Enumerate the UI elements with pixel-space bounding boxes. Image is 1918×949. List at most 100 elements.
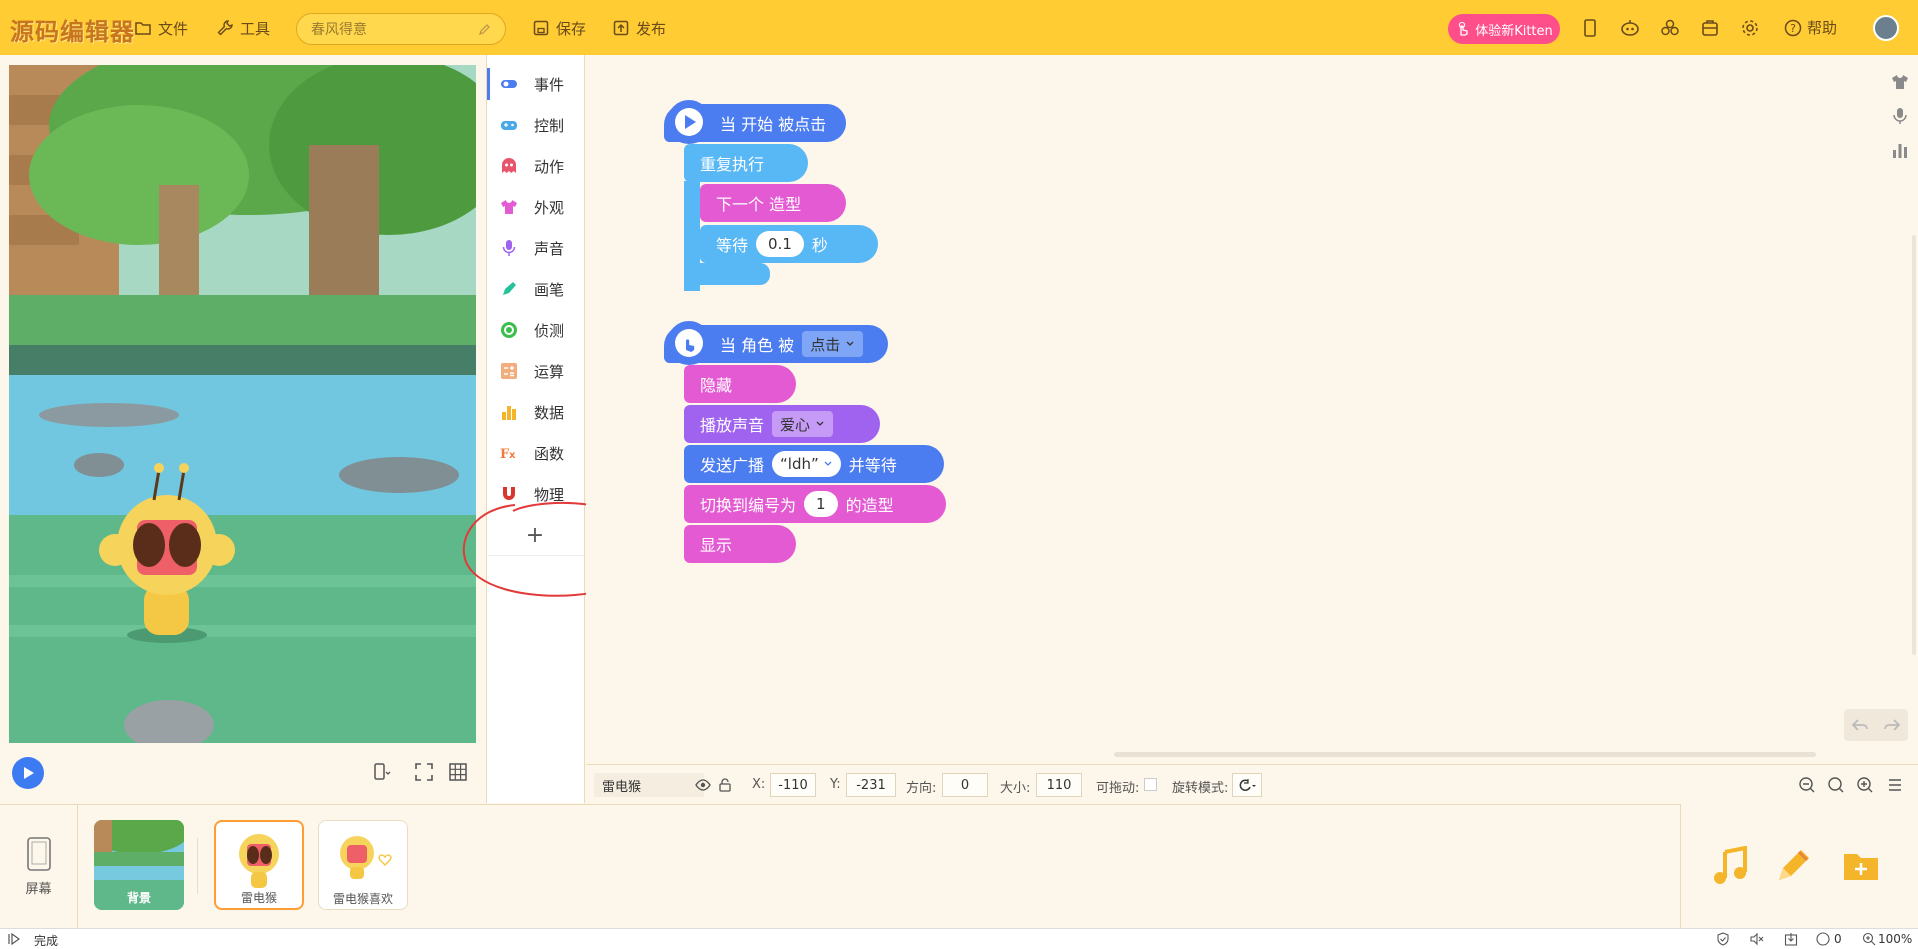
chevron-down-icon bbox=[824, 461, 832, 466]
gamepad-icon bbox=[501, 121, 517, 130]
hat-icon-wrap bbox=[667, 321, 711, 365]
try-kitten-button[interactable]: 体验新Kitten bbox=[1448, 14, 1560, 44]
music-note-icon[interactable] bbox=[1711, 846, 1751, 886]
help-label: 帮助 bbox=[1807, 19, 1838, 37]
category-label: 数据 bbox=[534, 404, 565, 422]
broadcast-dropdown[interactable]: “ldh” bbox=[772, 451, 841, 477]
sprite-name-field[interactable]: 雷电猴 bbox=[594, 773, 704, 797]
help-button[interactable]: ? 帮助 bbox=[1784, 17, 1837, 38]
device-orientation-icon[interactable] bbox=[368, 760, 392, 784]
category-data[interactable]: 数据 bbox=[487, 392, 585, 432]
size-input[interactable]: 110 bbox=[1036, 773, 1082, 797]
sound-mic-icon[interactable] bbox=[1890, 106, 1910, 126]
pencil-draw-icon[interactable] bbox=[1773, 846, 1813, 886]
wait-seconds-block[interactable]: 等待 0.1 秒 bbox=[700, 225, 878, 263]
target-icon bbox=[501, 322, 517, 338]
code-workspace[interactable]: 当 开始 被点击 重复执行 下一个 造型 等待 0.1 秒 当 角色 被 点击 bbox=[586, 55, 1918, 803]
x-input[interactable]: -110 bbox=[770, 773, 816, 797]
menu-icon[interactable] bbox=[1886, 776, 1904, 794]
when-sprite-clicked-block[interactable]: 当 角色 被 点击 bbox=[664, 321, 888, 365]
sprite-name-value: 雷电猴 bbox=[602, 779, 642, 795]
play-sound-block[interactable]: 播放声音 爱心 bbox=[684, 405, 880, 443]
horizontal-scrollbar[interactable] bbox=[1114, 752, 1816, 757]
add-folder-icon[interactable] bbox=[1841, 846, 1881, 886]
category-sensing[interactable]: 侦测 bbox=[487, 310, 585, 350]
hand-icon bbox=[1459, 21, 1468, 36]
download-icon[interactable] bbox=[1784, 932, 1798, 946]
rotate-icon bbox=[1239, 779, 1256, 791]
zoom-in-icon[interactable] bbox=[1856, 776, 1874, 794]
category-label: 动作 bbox=[534, 158, 565, 176]
hide-block[interactable]: 隐藏 bbox=[684, 365, 796, 403]
costume-shirt-icon[interactable] bbox=[1890, 72, 1910, 92]
file-menu[interactable]: 文件 bbox=[134, 17, 188, 39]
rotation-mode-label: 旋转模式: bbox=[1172, 781, 1229, 796]
visibility-eye-icon[interactable] bbox=[695, 777, 711, 793]
bot-icon[interactable] bbox=[1620, 18, 1640, 38]
repeat-forever-block[interactable]: 重复执行 bbox=[684, 144, 808, 182]
lock-icon[interactable] bbox=[717, 777, 733, 793]
switch-costume-block[interactable]: 切换到编号为 1 的造型 bbox=[684, 485, 946, 523]
y-input[interactable]: -231 bbox=[846, 773, 896, 797]
tools-menu[interactable]: 工具 bbox=[216, 17, 270, 39]
data-chart-icon[interactable] bbox=[1890, 140, 1910, 160]
try-kitten-label: 体验新Kitten bbox=[1475, 23, 1553, 39]
status-zoom-icon[interactable] bbox=[1862, 932, 1876, 946]
sprite-card-thunder-monkey[interactable]: 雷电猴 bbox=[214, 820, 304, 910]
save-label: 保存 bbox=[556, 19, 587, 38]
toggle-icon bbox=[501, 80, 517, 88]
vertical-scrollbar[interactable] bbox=[1912, 235, 1916, 655]
community-icon[interactable] bbox=[1660, 18, 1680, 38]
run-button[interactable] bbox=[12, 757, 44, 789]
save-button[interactable]: 保存 bbox=[532, 17, 586, 39]
broadcast-and-wait-block[interactable]: 发送广播 “ldh” 并等待 bbox=[684, 445, 944, 483]
category-pen[interactable]: 画笔 bbox=[487, 269, 585, 309]
next-costume-block[interactable]: 下一个 造型 bbox=[700, 184, 846, 222]
screen-tab[interactable]: 屏幕 bbox=[0, 804, 78, 928]
publish-button[interactable]: 发布 bbox=[612, 17, 666, 39]
direction-input[interactable]: 0 bbox=[942, 773, 988, 797]
draggable-checkbox[interactable] bbox=[1144, 778, 1157, 791]
category-sound[interactable]: 声音 bbox=[487, 228, 585, 268]
grid-icon[interactable] bbox=[446, 760, 470, 784]
background-card[interactable]: 背景 bbox=[94, 820, 184, 910]
settings-gear-icon[interactable] bbox=[1740, 18, 1760, 38]
function-icon: Fx bbox=[500, 447, 516, 462]
stage-canvas[interactable] bbox=[9, 65, 476, 743]
calculator-icon bbox=[501, 363, 517, 379]
category-label: 运算 bbox=[534, 363, 565, 381]
screen-label: 屏幕 bbox=[25, 881, 52, 897]
rotation-mode-dropdown[interactable] bbox=[1232, 773, 1262, 797]
costume-number-input[interactable]: 1 bbox=[804, 491, 838, 517]
tools-menu-label: 工具 bbox=[240, 19, 271, 38]
category-label: 声音 bbox=[534, 240, 565, 258]
category-functions[interactable]: Fx 函数 bbox=[487, 433, 585, 473]
hat-option-dropdown[interactable]: 点击 bbox=[802, 331, 864, 357]
sprite-card-thunder-monkey-love[interactable]: 雷电猴喜欢 bbox=[318, 820, 408, 910]
user-avatar[interactable] bbox=[1873, 15, 1899, 41]
undo-icon[interactable] bbox=[1850, 715, 1870, 735]
add-extension-button[interactable]: + bbox=[486, 516, 584, 556]
project-name-input[interactable]: 春风得意 bbox=[296, 13, 506, 45]
show-block[interactable]: 显示 bbox=[684, 525, 796, 563]
wait-value-input[interactable]: 0.1 bbox=[756, 231, 804, 257]
shield-check-icon bbox=[1717, 932, 1729, 946]
category-control[interactable]: 控制 bbox=[487, 105, 585, 145]
draggable-label: 可拖动: bbox=[1096, 781, 1140, 796]
redo-icon[interactable] bbox=[1882, 715, 1902, 735]
zoom-out-icon[interactable] bbox=[1798, 776, 1816, 794]
device-icon[interactable] bbox=[1580, 18, 1600, 38]
category-motion[interactable]: 动作 bbox=[487, 146, 585, 186]
save-icon bbox=[533, 20, 549, 36]
backpack-icon[interactable] bbox=[1700, 18, 1720, 38]
category-looks[interactable]: 外观 bbox=[487, 187, 585, 227]
category-events[interactable]: 事件 bbox=[487, 64, 585, 104]
category-operators[interactable]: 运算 bbox=[487, 351, 585, 391]
when-start-clicked-block[interactable]: 当 开始 被点击 bbox=[664, 100, 846, 144]
sound-dropdown[interactable]: 爱心 bbox=[772, 411, 834, 437]
category-physics[interactable]: 物理 bbox=[487, 474, 585, 514]
notification-icon[interactable] bbox=[1816, 932, 1830, 946]
zoom-reset-icon[interactable] bbox=[1827, 776, 1845, 794]
fullscreen-icon[interactable] bbox=[412, 760, 436, 784]
mute-icon[interactable] bbox=[1750, 932, 1764, 946]
